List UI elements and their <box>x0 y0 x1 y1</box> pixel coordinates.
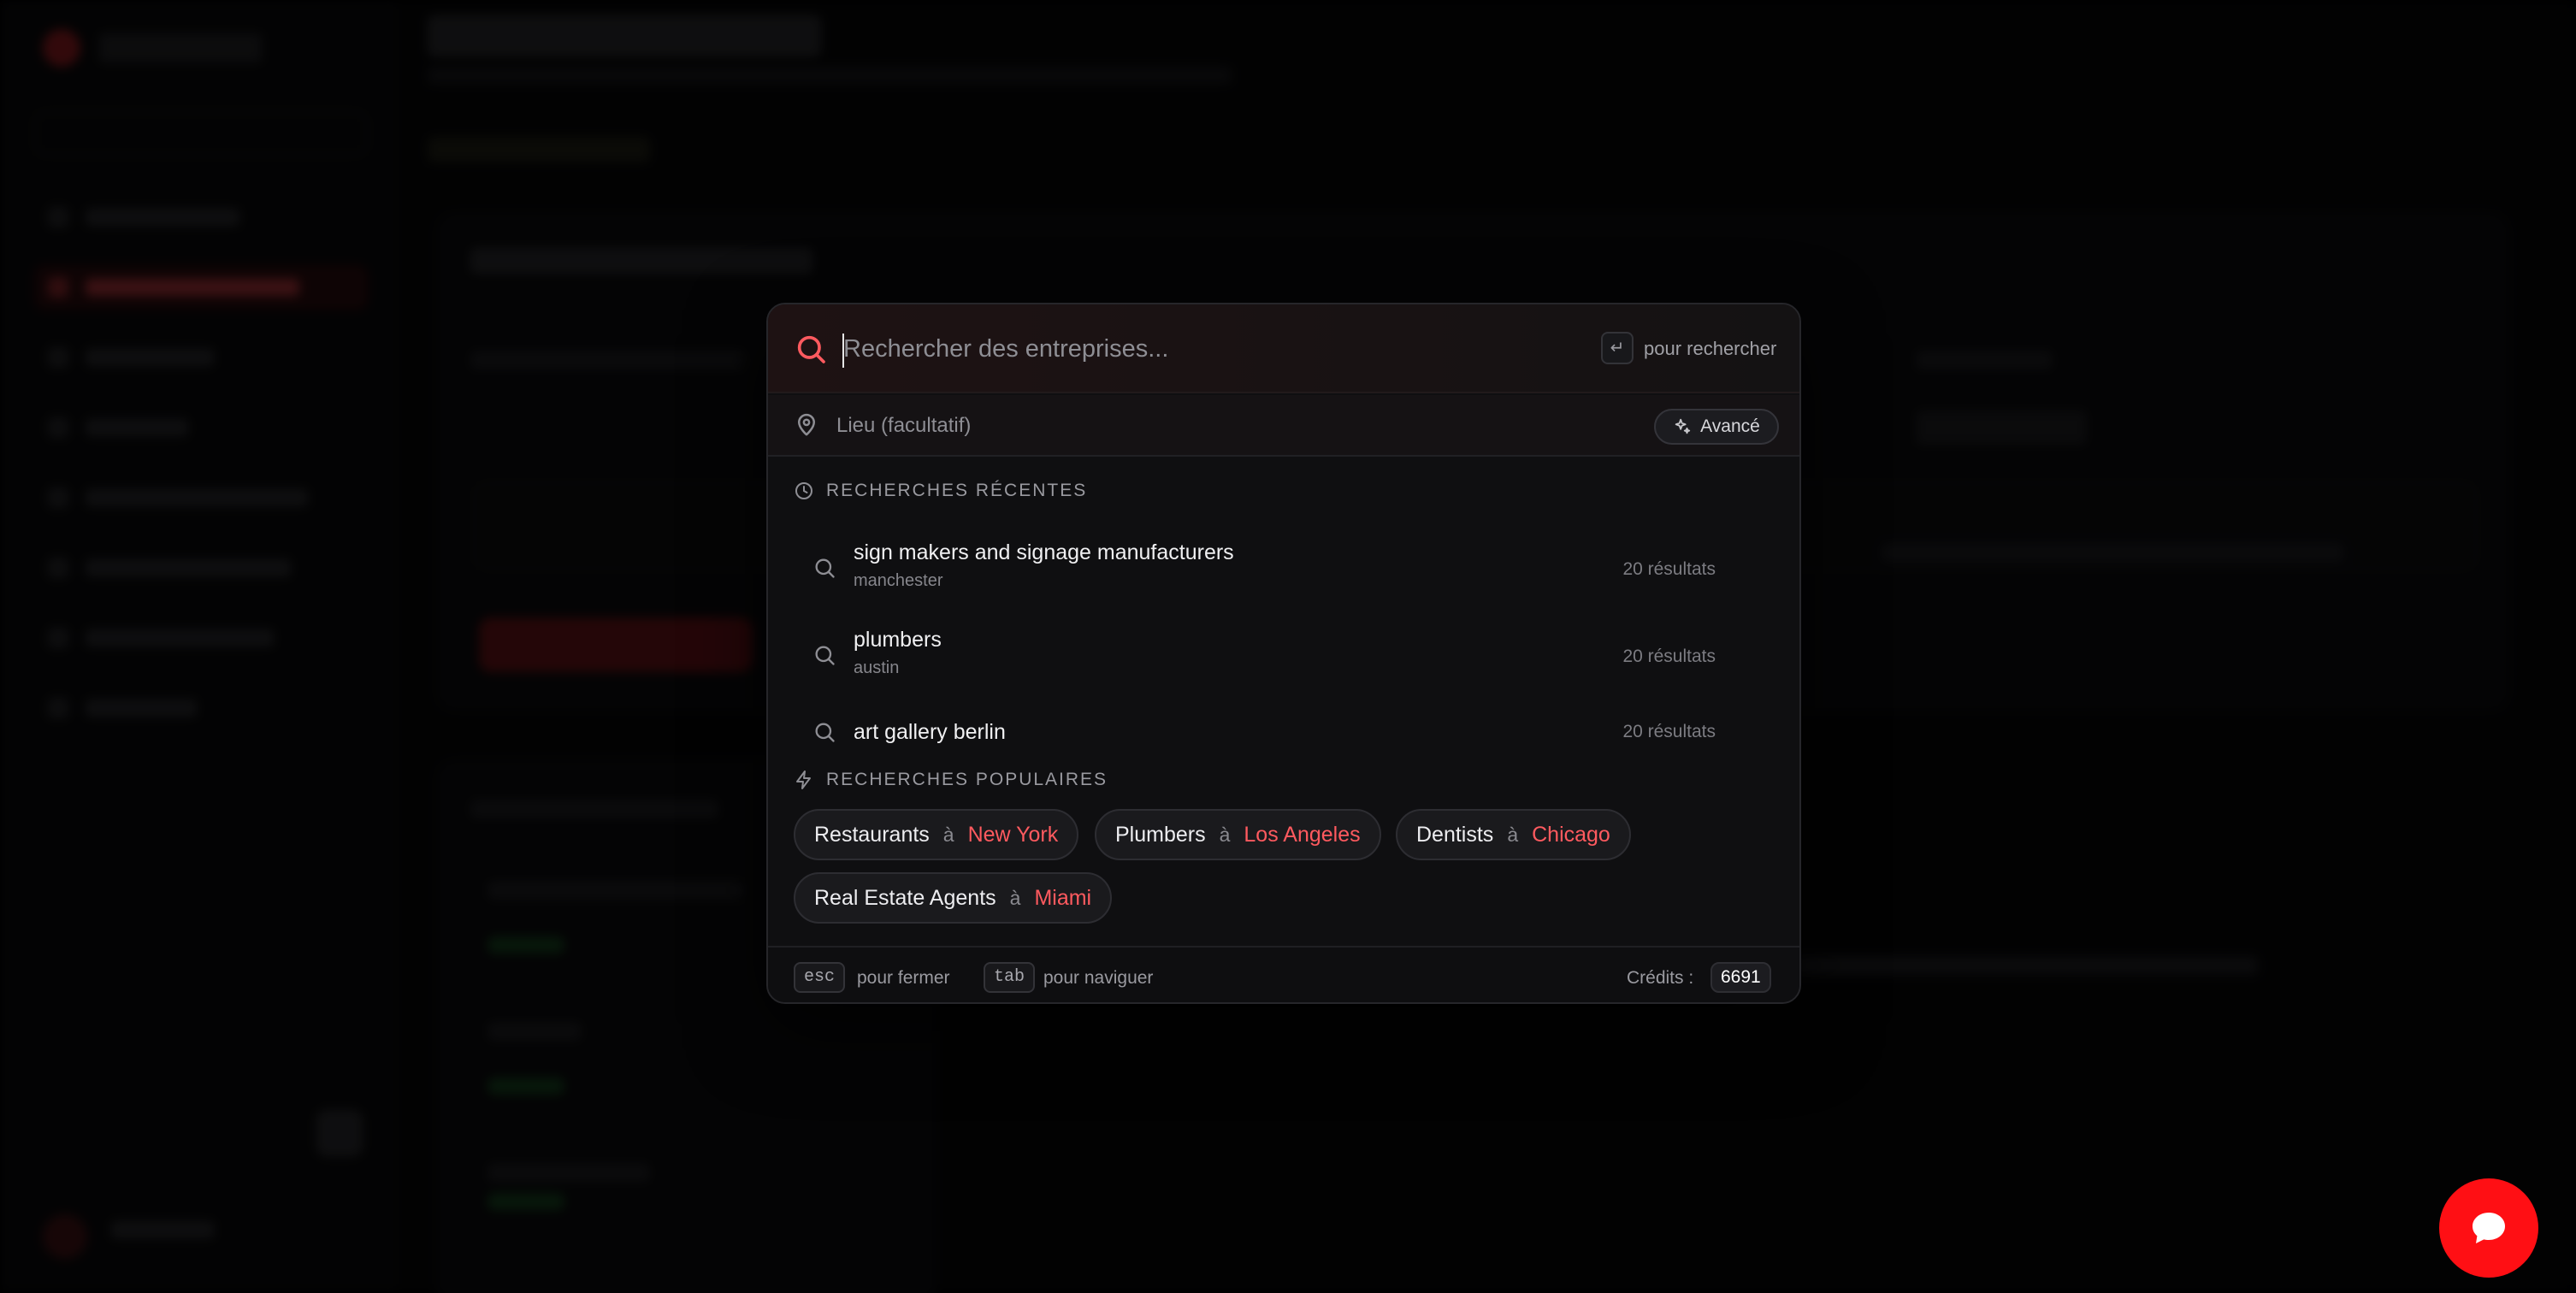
tab-key-badge: tab <box>984 962 1036 993</box>
palette-footer: esc pour fermer tab pour naviguer Crédit… <box>768 946 1799 1002</box>
tab-hint: pour naviguer <box>1043 968 1154 988</box>
recent-search-item[interactable]: sign makers and signage manufacturers ma… <box>794 528 1777 611</box>
location-bar: Avancé <box>768 395 1799 457</box>
popular-search-term: Real Estate Agents <box>814 885 996 910</box>
advanced-button-label: Avancé <box>1700 416 1760 436</box>
recent-search-term: plumbers <box>854 628 942 652</box>
recent-search-item[interactable]: plumbers austin 20 résultats <box>794 616 1777 698</box>
enter-key-badge: ↵ <box>1601 332 1634 364</box>
search-icon <box>797 335 825 363</box>
popular-search-term: Dentists <box>1416 822 1494 847</box>
recent-searches-title: RECHERCHES RÉCENTES <box>826 481 1088 500</box>
search-icon <box>815 558 835 578</box>
popular-search-term: Plumbers <box>1115 822 1206 847</box>
text-cursor <box>842 334 844 368</box>
esc-hint: pour fermer <box>857 968 950 988</box>
recent-search-item[interactable]: art gallery berlin 20 résultats <box>794 703 1777 763</box>
recent-searches-heading: RECHERCHES RÉCENTES <box>794 481 1087 501</box>
enter-hint: pour rechercher <box>1644 338 1777 359</box>
search-icon <box>815 723 835 742</box>
popular-search-connector: à <box>1507 823 1519 846</box>
search-palette: ↵ pour rechercher Avancé RECHERCHES RÉCE… <box>766 303 1801 1004</box>
popular-search-chip[interactable]: Real Estate Agents à Miami <box>794 872 1113 924</box>
bolt-icon <box>796 770 811 789</box>
popular-search-connector: à <box>1009 886 1021 909</box>
popular-search-location: Los Angeles <box>1244 822 1361 847</box>
search-input[interactable] <box>843 325 1527 373</box>
popular-searches-title: RECHERCHES POPULAIRES <box>826 770 1108 789</box>
recent-search-term: art gallery berlin <box>854 720 1006 744</box>
esc-key-badge: esc <box>794 962 846 993</box>
popular-search-connector: à <box>942 823 954 846</box>
credits-value: 6691 <box>1710 962 1771 993</box>
sparkles-icon <box>1675 418 1691 434</box>
chat-launcher-button[interactable] <box>2439 1178 2538 1278</box>
popular-search-location: New York <box>967 822 1059 847</box>
map-pin-icon <box>798 413 815 436</box>
search-icon <box>815 646 835 665</box>
chat-bubble-icon <box>2473 1213 2505 1243</box>
recent-search-count: 20 résultats <box>1622 722 1716 741</box>
advanced-button[interactable]: Avancé <box>1654 409 1779 445</box>
popular-searches-heading: RECHERCHES POPULAIRES <box>794 770 1108 790</box>
popular-search-chip[interactable]: Dentists à Chicago <box>1396 809 1631 860</box>
popular-search-location: Miami <box>1034 885 1092 910</box>
recent-search-count: 20 résultats <box>1622 646 1716 666</box>
recent-search-term: sign makers and signage manufacturers <box>854 540 1234 564</box>
popular-search-connector: à <box>1219 823 1231 846</box>
clock-icon <box>795 482 812 499</box>
search-bar: ↵ pour rechercher <box>768 304 1799 393</box>
popular-search-location: Chicago <box>1532 822 1610 847</box>
credits-label: Crédits : <box>1627 968 1694 988</box>
recent-search-location: manchester <box>854 571 943 590</box>
popular-search-chip[interactable]: Plumbers à Los Angeles <box>1095 809 1381 860</box>
location-input[interactable] <box>836 407 1521 445</box>
popular-search-term: Restaurants <box>814 822 930 847</box>
recent-search-count: 20 résultats <box>1622 559 1716 579</box>
recent-search-location: austin <box>854 658 900 677</box>
popular-search-chip[interactable]: Restaurants à New York <box>794 809 1079 860</box>
